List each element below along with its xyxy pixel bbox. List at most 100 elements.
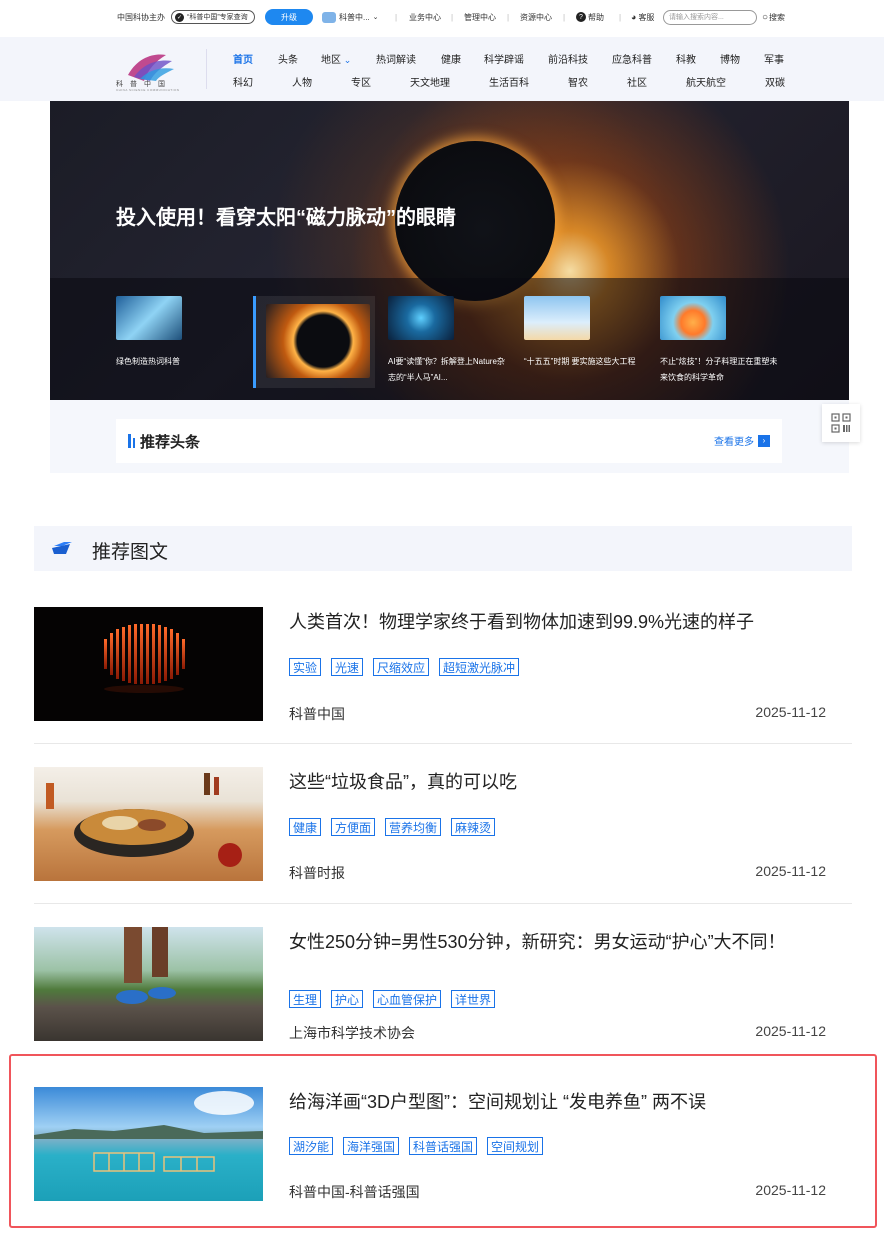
nav-item-home[interactable]: 首页 [233, 51, 253, 66]
nav-item-region-label: 地区 [321, 55, 341, 66]
article-tag[interactable]: 心血管保护 [373, 990, 442, 1008]
search-input[interactable]: 请输入搜索内容... [663, 9, 757, 25]
upgrade-button[interactable]: 升级 [265, 9, 313, 25]
hero-card-2-active[interactable] [253, 296, 375, 388]
nav-item-health[interactable]: 健康 [441, 51, 461, 66]
article-tag[interactable]: 超短激光脉冲 [439, 658, 520, 676]
user-menu[interactable]: 科普中... ⌄ [322, 0, 379, 34]
article-tag[interactable]: 空间规划 [487, 1137, 544, 1155]
hero-title[interactable]: 投入使用！看穿太阳“磁力脉动”的眼睛 [116, 203, 466, 233]
headset-icon: ◕ [631, 12, 637, 22]
nav-item-headlines[interactable]: 头条 [278, 51, 298, 66]
article-title[interactable]: 人类首次！物理学家终于看到物体加速到99.9%光速的样子 [289, 607, 829, 637]
hero-card-5[interactable]: 不止“炫技”！分子料理正在重塑未来饮食的科学革命 [660, 296, 780, 386]
separator: | [395, 12, 398, 22]
nav-item-military[interactable]: 军事 [764, 51, 784, 66]
article-tag[interactable]: 详世界 [451, 990, 496, 1008]
hero-card-thumb [266, 304, 370, 378]
article-thumbnail[interactable] [34, 1087, 263, 1201]
hero-card-1[interactable]: 绿色制造热词科普 [116, 296, 236, 370]
chevron-down-icon: ⌄ [372, 14, 379, 21]
nav-item-zone[interactable]: 专区 [351, 74, 371, 89]
article-tag[interactable]: 光速 [331, 658, 364, 676]
article-tag[interactable]: 麻辣烫 [451, 818, 496, 836]
recommend-articles-header: 推荐图文 [34, 526, 852, 571]
article-item[interactable]: 人类首次！物理学家终于看到物体加速到99.9%光速的样子 实验 光速 尺缩效应 … [34, 607, 852, 744]
article-date: 2025-11-12 [755, 704, 826, 720]
chevron-down-icon: ⌄ [343, 55, 352, 65]
hero-card-thumb [116, 296, 182, 340]
article-tag[interactable]: 实验 [289, 658, 322, 676]
nav-item-scifi[interactable]: 科幻 [233, 74, 253, 89]
hero-carousel[interactable]: 投入使用！看穿太阳“磁力脉动”的眼睛 绿色制造热词科普 AI要“读懂”你？拆解登… [50, 101, 849, 400]
qr-code-button[interactable] [822, 404, 860, 442]
article-tag[interactable]: 健康 [289, 818, 322, 836]
hero-card-3[interactable]: AI要“读懂”你？拆解登上Nature杂志的“半人马”AI... [388, 296, 508, 386]
article-title[interactable]: 女性250分钟=男性530分钟，新研究：男女运动“护心”大不同！ [289, 927, 829, 957]
article-tag[interactable]: 海洋强国 [343, 1137, 400, 1155]
help-label: 帮助 [588, 12, 604, 22]
article-title[interactable]: 给海洋画“3D户型图”：空间规划让 “发电养鱼” 两不误 [289, 1087, 829, 1117]
section-logo-icon [52, 542, 72, 554]
nav-item-frontier[interactable]: 前沿科技 [548, 51, 588, 66]
article-source: 上海市科学技术协会 [289, 1025, 415, 1041]
search-icon: ○ [762, 11, 769, 23]
search-button[interactable]: ○ 搜索 [762, 0, 785, 34]
article-tag[interactable]: 护心 [331, 990, 364, 1008]
article-tag[interactable]: 科普话强国 [409, 1137, 478, 1155]
expert-check-label: “科普中国”专家查询 [187, 14, 248, 21]
article-tag[interactable]: 生理 [289, 990, 322, 1008]
biz-center-link[interactable]: 业务中心 [409, 0, 441, 34]
nav-item-emergency[interactable]: 应急科普 [612, 51, 652, 66]
nav-item-rumor[interactable]: 科学辟谣 [484, 51, 524, 66]
article-tag[interactable]: 尺缩效应 [373, 658, 430, 676]
service-label: 客服 [638, 12, 655, 22]
nav-item-museum[interactable]: 博物 [720, 51, 740, 66]
article-item-highlighted[interactable]: 给海洋画“3D户型图”：空间规划让 “发电养鱼” 两不误 湖汐能 海洋强国 科普… [34, 1087, 852, 1217]
expert-check-button[interactable]: ✓ “科普中国”专家查询 [171, 10, 255, 24]
mgmt-center-link[interactable]: 管理中心 [464, 0, 496, 34]
nav-item-agri[interactable]: 智农 [568, 74, 588, 89]
resource-center-link[interactable]: 资源中心 [520, 0, 552, 34]
logo-subtitle: CHINA SCIENCE COMMUNICATION [116, 88, 180, 92]
view-more-link[interactable]: 查看更多 › [714, 433, 770, 448]
nav-item-community[interactable]: 社区 [627, 74, 647, 89]
article-item[interactable]: 这些“垃圾食品”，真的可以吃 健康 方便面 营养均衡 麻辣烫 科普时报 2025… [34, 767, 852, 904]
article-tag[interactable]: 方便面 [331, 818, 376, 836]
article-thumbnail[interactable] [34, 927, 263, 1041]
nav-item-aerospace[interactable]: 航天航空 [686, 74, 726, 89]
nav-item-carbon[interactable]: 双碳 [765, 74, 785, 89]
help-link[interactable]: ? 帮助 [576, 0, 604, 34]
qr-code-icon [831, 413, 851, 433]
title-accent-bar [133, 438, 135, 448]
article-tags: 生理 护心 心血管保护 详世界 [289, 990, 496, 1008]
hero-card-4[interactable]: “十五五”时期 要实施这些大工程 [524, 296, 644, 370]
nav-item-education[interactable]: 科教 [676, 51, 696, 66]
nav-item-people[interactable]: 人物 [292, 74, 312, 89]
recommend-headlines-title: 推荐头条 [140, 434, 201, 451]
nav-item-astro-geo[interactable]: 天文地理 [410, 74, 450, 89]
article-item[interactable]: 女性250分钟=男性530分钟，新研究：男女运动“护心”大不同！ 生理 护心 心… [34, 927, 852, 1054]
nav-item-region[interactable]: 地区 ⌄ [321, 51, 351, 66]
article-thumbnail[interactable] [34, 767, 263, 881]
article-tags: 实验 光速 尺缩效应 超短激光脉冲 [289, 658, 520, 676]
service-link[interactable]: ◕ 客服 [631, 0, 654, 34]
separator: | [507, 12, 510, 22]
nav-item-life[interactable]: 生活百科 [489, 74, 529, 89]
hero-card-caption: AI要“读懂”你？拆解登上Nature杂志的“半人马”AI... [388, 357, 505, 382]
article-tags: 健康 方便面 营养均衡 麻辣烫 [289, 818, 496, 836]
nav-divider [206, 49, 207, 89]
article-title[interactable]: 这些“垃圾食品”，真的可以吃 [289, 767, 829, 797]
main-nav: 科普中国 CHINA SCIENCE COMMUNICATION 首页 头条 地… [0, 37, 884, 101]
article-tag[interactable]: 营养均衡 [385, 818, 442, 836]
recommend-headlines-header: 推荐头条 查看更多 › [116, 419, 782, 463]
article-image [104, 624, 185, 693]
article-thumbnail[interactable] [34, 607, 263, 721]
article-date: 2025-11-12 [755, 1023, 826, 1039]
host-label: 中国科协主办 [117, 12, 165, 22]
hero-card-thumb [388, 296, 454, 340]
nav-item-hotwords[interactable]: 热词解读 [376, 51, 416, 66]
article-tag[interactable]: 湖汐能 [289, 1137, 334, 1155]
title-accent-bar [128, 434, 131, 448]
user-name: 科普中... [339, 12, 370, 22]
